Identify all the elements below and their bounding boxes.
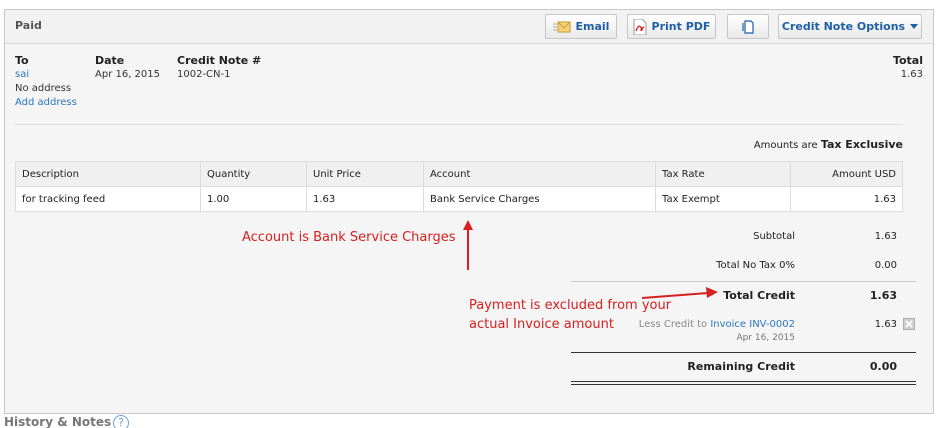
to-label: To — [15, 54, 29, 67]
column-header: Amount USD — [790, 161, 903, 187]
remove-credit-icon[interactable] — [903, 318, 915, 330]
total-value: 1.63 — [900, 69, 923, 80]
account-annotation: Account is Bank Service Charges — [242, 230, 456, 245]
credit-note-number-label: Credit Note # — [177, 54, 262, 67]
tax-mode-value: Tax Exclusive — [820, 138, 903, 151]
column-header: Tax Rate — [655, 161, 791, 187]
section-divider — [15, 124, 903, 125]
cell-tax-rate: Tax Exempt — [655, 186, 791, 212]
payment-annotation-line2: actual Invoice amount — [469, 317, 614, 332]
date-label: Date — [95, 54, 125, 67]
history-notes-heading[interactable]: History & Notes — [4, 415, 111, 428]
add-address-link[interactable]: Add address — [15, 97, 77, 108]
copy-button[interactable] — [727, 14, 769, 39]
address-text: No address — [15, 83, 72, 94]
less-credit-line: Less Credit to Invoice INV-0002 — [639, 319, 795, 330]
print-pdf-button[interactable]: Print PDF — [627, 14, 716, 39]
total-credit-label: Total Credit — [723, 289, 795, 302]
summary-divider — [571, 281, 916, 282]
cell-unit-price: 1.63 — [306, 186, 424, 212]
date-value: Apr 16, 2015 — [95, 69, 161, 80]
subtotal-label: Subtotal — [753, 231, 795, 242]
total-label: Total — [892, 54, 923, 67]
help-icon[interactable]: ? — [113, 415, 129, 428]
caret-down-icon — [910, 24, 919, 29]
payment-annotation-line1: Payment is excluded from your — [469, 298, 672, 313]
double-rule-top — [571, 381, 916, 382]
table-header-row: Description Quantity Unit Price Account … — [15, 161, 903, 187]
email-button[interactable]: Email — [545, 14, 617, 39]
column-header: Quantity — [200, 161, 307, 187]
email-icon — [552, 21, 571, 33]
subtotal-value: 1.63 — [874, 231, 897, 242]
cell-quantity: 1.00 — [200, 186, 307, 212]
cell-account: Bank Service Charges — [423, 186, 656, 212]
credit-note-options-button[interactable]: Credit Note Options — [778, 14, 922, 39]
column-header: Unit Price — [306, 161, 424, 187]
credit-note-number-value: 1002-CN-1 — [177, 69, 231, 80]
status-label: Paid — [15, 19, 42, 32]
cell-description: for tracking feed — [15, 186, 201, 212]
column-header: Account — [423, 161, 656, 187]
line-items-table: Description Quantity Unit Price Account … — [15, 161, 903, 212]
column-header: Description — [15, 161, 201, 187]
amounts-are: Amounts are Tax Exclusive — [754, 138, 903, 151]
email-button-label: Email — [575, 20, 610, 33]
less-credit-prefix: Less Credit to — [638, 319, 708, 330]
less-credit-value[interactable]: 1.63 — [875, 319, 897, 330]
cell-amount: 1.63 — [790, 186, 903, 212]
double-rule-bottom — [571, 384, 916, 385]
tax-label: Total No Tax 0% — [716, 260, 795, 271]
print-pdf-label: Print PDF — [651, 20, 711, 33]
contact-link[interactable]: sai — [15, 69, 29, 80]
remaining-credit-value: 0.00 — [869, 360, 897, 373]
invoice-link[interactable]: Invoice INV-0002 — [710, 319, 795, 330]
table-row[interactable]: for tracking feed 1.00 1.63 Bank Service… — [15, 186, 903, 212]
remaining-credit-label: Remaining Credit — [687, 360, 795, 373]
amounts-are-prefix: Amounts are — [753, 140, 818, 151]
summary-divider-dark — [571, 352, 916, 353]
less-credit-date: Apr 16, 2015 — [736, 333, 795, 343]
up-arrow-icon — [462, 220, 474, 275]
right-arrow-icon — [641, 286, 718, 305]
copy-icon — [742, 19, 754, 34]
pdf-icon — [633, 18, 647, 35]
credit-note-options-label: Credit Note Options — [781, 20, 906, 33]
total-credit-value: 1.63 — [869, 289, 897, 302]
credit-note-panel: Paid Email Print PDF Credit Note Options… — [4, 9, 934, 414]
panel-header: Paid Email Print PDF Credit Note Options — [5, 10, 933, 44]
tax-value: 0.00 — [874, 260, 897, 271]
